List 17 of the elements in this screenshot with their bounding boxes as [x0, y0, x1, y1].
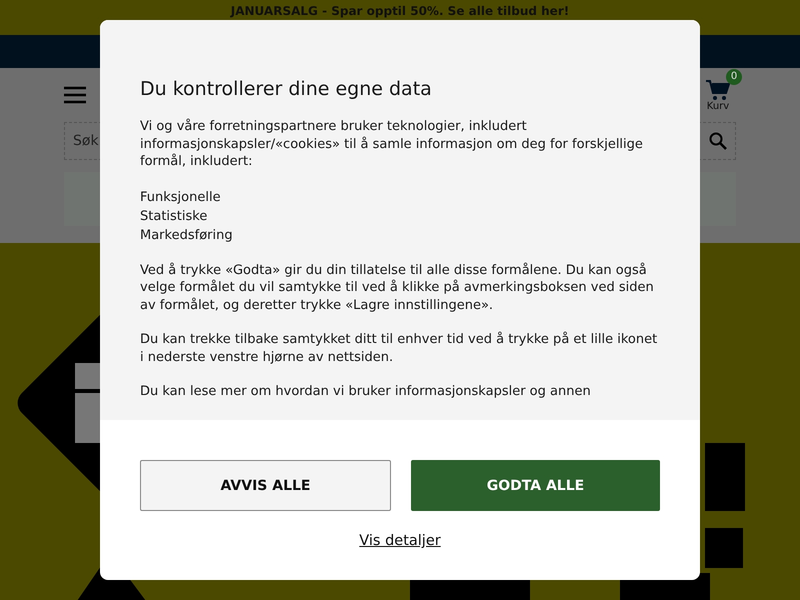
purpose-item: Funksjonelle	[140, 188, 222, 206]
dialog-paragraph: Du kan trekke tilbake samtykket ditt til enhver tid ved å trykke på et lille ikonet i nederste venstre hjørne av nettsiden.	[140, 331, 658, 366]
sale-banner-text: JANUARSALG - Spar opptil 50%. Se alle tilbud her!	[230, 4, 570, 18]
reject-button[interactable]: AVVIS ALLE	[140, 460, 391, 511]
purpose-item: Markedsføring	[140, 226, 234, 244]
purpose-item: Statistiske	[140, 208, 208, 226]
dialog-title: Du kontrollerer dine egne data	[140, 78, 433, 100]
cart-count: 0	[726, 68, 742, 84]
search-icon[interactable]	[709, 132, 727, 150]
accept-button[interactable]: GODTA ALLE	[411, 460, 660, 511]
cart-label: Kurv	[706, 100, 730, 112]
dialog-paragraph: Vi og våre forretningspartnere bruker teknologier, inkludert informasjonskapsler/«cookies» til å samle informasjon om deg for forskjellige formål, inkludert:	[140, 118, 644, 170]
dialog-paragraph: Du kan lese mer om hvordan vi bruker informasjonskapsler og annen	[140, 383, 592, 400]
details-link[interactable]: Vis detaljer	[359, 533, 441, 549]
menu-icon[interactable]	[64, 86, 86, 104]
cart-icon	[706, 78, 730, 100]
dialog-paragraph: Ved å trykke «Godta» gir du din tillatelse til alle disse formålene. Du kan også velge formålet du vil samtykke til ved å klikke på avmerkingsboksen ved siden av formålet, og deretter trykke «Lagre innstillingene».	[140, 262, 655, 314]
